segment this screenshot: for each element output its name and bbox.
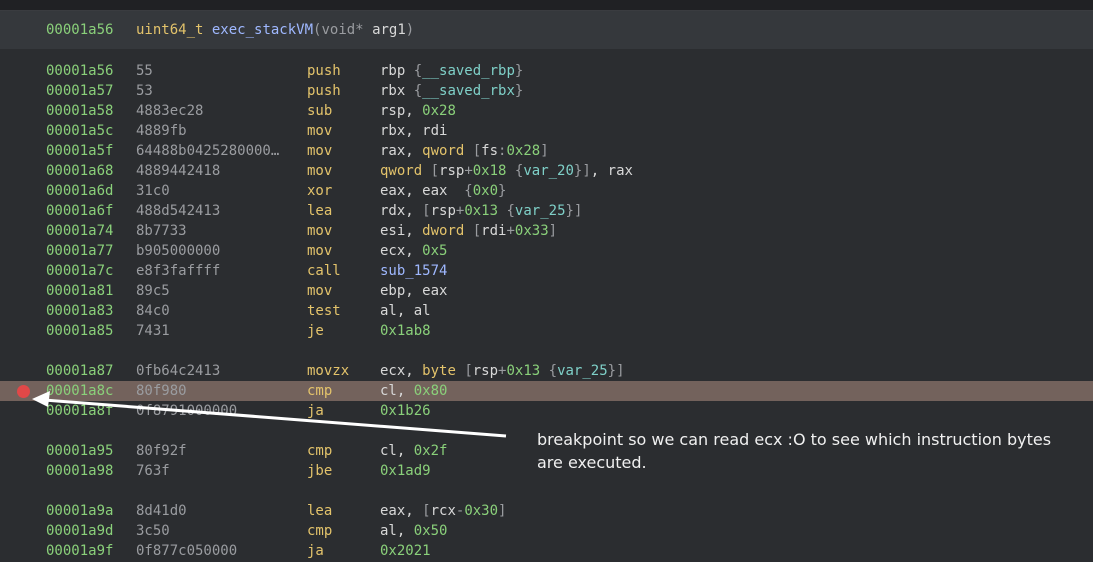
annotation-arrow	[32, 391, 507, 438]
arrow-head	[32, 391, 50, 407]
annotation-text: breakpoint so we can read ecx :O to see …	[537, 430, 1052, 472]
arrow-shaft	[43, 398, 507, 438]
